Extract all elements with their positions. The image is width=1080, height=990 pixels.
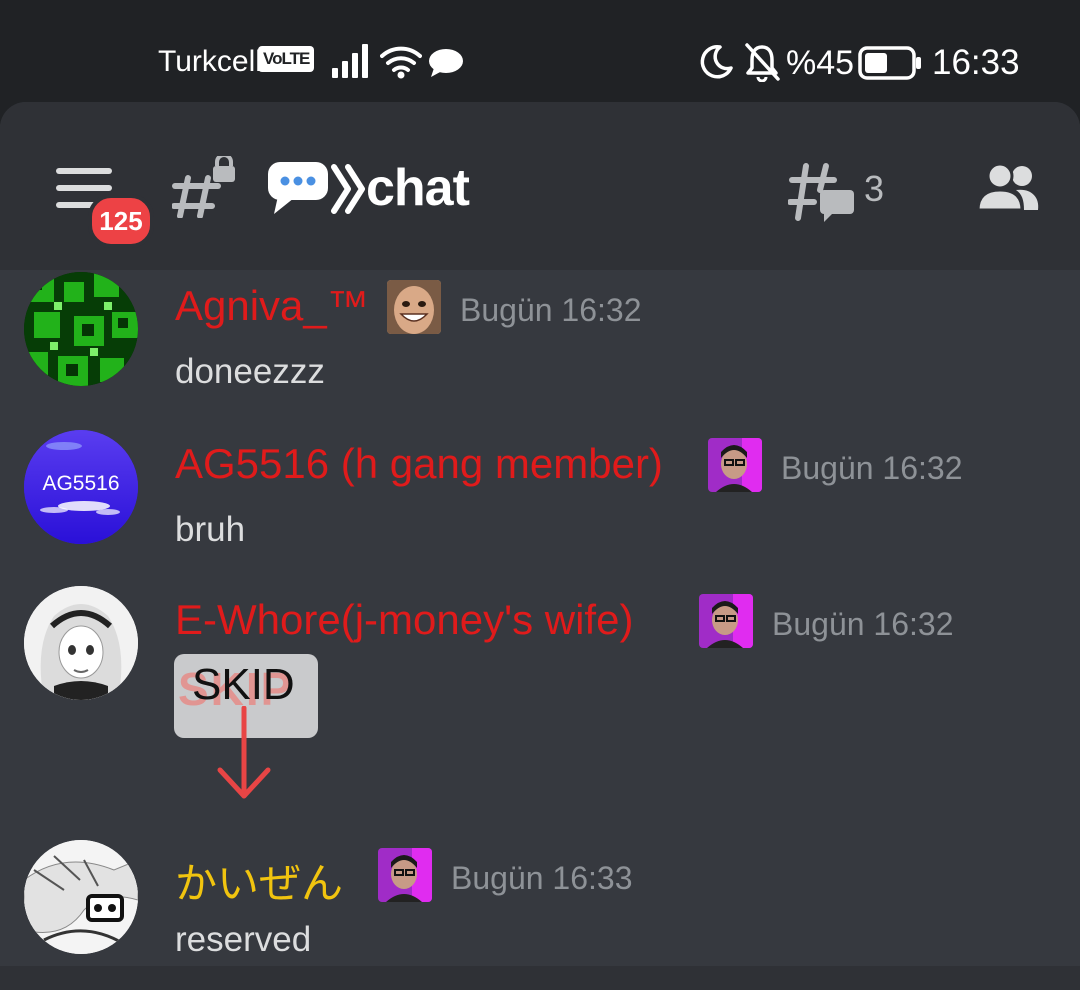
- message-timestamp: Bugün 16:33: [451, 860, 633, 896]
- battery-icon: [858, 46, 921, 80]
- message-timestamp: Bugün 16:32: [781, 450, 963, 486]
- author-name[interactable]: AG5516 (h gang member): [175, 440, 663, 488]
- threads-icon[interactable]: [788, 160, 858, 222]
- message-text: reserved: [175, 920, 312, 959]
- avatar[interactable]: [24, 272, 138, 386]
- moon-icon: [700, 45, 733, 79]
- channel-name-text: chat: [366, 159, 470, 217]
- sticker-text: SKID: [192, 660, 295, 709]
- avatar[interactable]: [24, 840, 138, 954]
- thread-count: 3: [864, 168, 885, 209]
- locked-channel-icon: [172, 156, 235, 218]
- menu-icon: [56, 168, 112, 174]
- chat-app: 125 chat 3 Agniva_™ Bugün 16:32 doneezzz…: [0, 102, 1080, 990]
- smiling-face-role-icon: [387, 280, 441, 334]
- avatar[interactable]: [24, 586, 138, 700]
- double-chevron-icon: [331, 164, 365, 214]
- battery-percent: %45: [786, 44, 855, 82]
- message-text: doneezzz: [175, 352, 325, 391]
- signal-icon: [332, 44, 368, 78]
- headset-person-role-icon: [378, 848, 432, 902]
- carrier-name: Turkcell: [158, 45, 262, 78]
- message-timestamp: Bugün 16:32: [772, 606, 954, 642]
- role-icon[interactable]: [378, 848, 432, 902]
- avatar-label: AG5516: [42, 472, 120, 495]
- role-icon[interactable]: [708, 438, 762, 492]
- role-icon[interactable]: [699, 594, 753, 648]
- volte-badge: VoLTE: [258, 46, 315, 72]
- status-bar: Turkcell VoLTE %45 16:33: [0, 0, 1080, 102]
- wifi-icon: [380, 46, 422, 79]
- author-name[interactable]: E-Whore(j-money's wife): [175, 596, 633, 644]
- members-icon[interactable]: [976, 162, 1040, 212]
- fractal-avatar-image: [24, 272, 138, 386]
- message-composer-edge: [0, 966, 1080, 990]
- message-bubble-icon: [429, 49, 463, 77]
- channel-title[interactable]: chat: [366, 158, 470, 218]
- channel-header: 125 chat 3: [0, 102, 1080, 270]
- manga-character-avatar-image: [24, 840, 138, 954]
- avatar[interactable]: AG5516: [24, 430, 138, 544]
- author-name[interactable]: かいぜん: [175, 850, 343, 911]
- bell-off-icon: [745, 43, 780, 82]
- speech-bubble-emoji-icon: [268, 162, 328, 214]
- clock: 16:33: [932, 43, 1020, 82]
- anime-girl-avatar-image: [24, 586, 138, 700]
- unread-badge: 125: [88, 194, 154, 248]
- down-arrow-icon: [217, 706, 271, 799]
- message-text: bruh: [175, 510, 246, 549]
- headset-person-role-icon: [699, 594, 753, 648]
- role-icon[interactable]: [387, 280, 441, 334]
- message-timestamp: Bugün 16:32: [460, 292, 642, 328]
- headset-person-role-icon: [708, 438, 762, 492]
- author-name[interactable]: Agniva_™: [175, 282, 369, 330]
